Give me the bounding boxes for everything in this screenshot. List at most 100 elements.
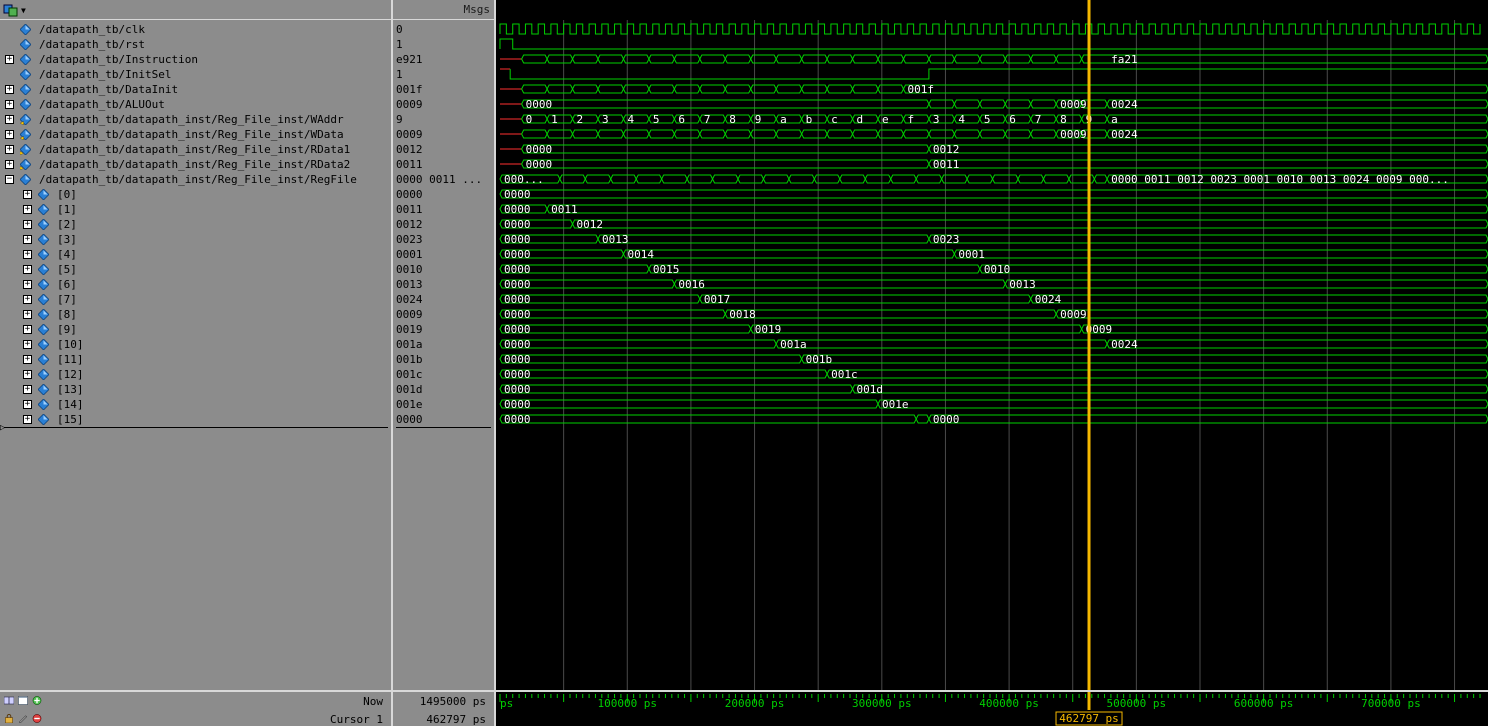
expand-icon[interactable]: + [5, 85, 14, 94]
signal-row[interactable]: + /datapath_tb/DataInit [0, 82, 391, 97]
bus-value-label: 4 [958, 113, 965, 126]
signal-row[interactable]: + [14] [0, 397, 391, 412]
bus-segment [648, 84, 675, 94]
bus-segment [724, 84, 752, 94]
bus-segment [902, 129, 930, 139]
time-ruler[interactable]: ps 100000 ps 200000 ps 300000 ps 400000 ps 50… [496, 692, 1488, 726]
waveform-pane[interactable]: fa21 001f 0000 0009 0024 0 1 2 3 4 5 6 7 8 9 a b c d e f 3 4 5 6… [496, 0, 1488, 690]
signal-row[interactable]: + [7] [0, 292, 391, 307]
bus-segment [1017, 174, 1045, 184]
edit-icon[interactable] [18, 714, 28, 723]
signal-row[interactable]: + /datapath_tb/datapath_inst/Reg_File_ins… [0, 127, 391, 142]
signal-diamond-icon [38, 414, 49, 425]
expand-icon[interactable]: + [23, 265, 32, 274]
signal-row[interactable]: + [3] [0, 232, 391, 247]
bus-value-label: 7 [1035, 113, 1042, 126]
signal-name: [1] [57, 203, 77, 216]
cursor-1-value[interactable]: 462797 ps [426, 713, 486, 726]
signal-row[interactable]: + /datapath_tb/datapath_inst/Reg_File_ins… [0, 112, 391, 127]
cursor-time-label: 462797 ps [1059, 712, 1119, 725]
signal-row[interactable]: + /datapath_tb/datapath_inst/Reg_File_ins… [0, 142, 391, 157]
bus-segment [928, 414, 1488, 424]
wave-window-icon[interactable] [3, 3, 19, 17]
bus-segment [1081, 324, 1488, 334]
bus-segment [521, 159, 930, 169]
signal-row[interactable]: /datapath_tb/rst [0, 37, 391, 52]
signal-row[interactable]: + /datapath_tb/datapath_inst/Reg_File_ins… [0, 157, 391, 172]
bus-segment [1081, 54, 1488, 64]
signal-row[interactable]: + /datapath_tb/ALUOut [0, 97, 391, 112]
signal-row[interactable]: + [9] [0, 322, 391, 337]
bus-segment [801, 84, 828, 94]
expand-icon[interactable]: + [23, 385, 32, 394]
signal-value: 0000 [396, 188, 423, 201]
expand-icon[interactable]: + [23, 325, 32, 334]
expand-icon[interactable]: + [23, 190, 32, 199]
signal-row[interactable]: /datapath_tb/clk [0, 22, 391, 37]
expand-icon[interactable]: + [23, 295, 32, 304]
signal-row[interactable]: + [4] [0, 247, 391, 262]
signal-row[interactable]: + [12] [0, 367, 391, 382]
signal-row[interactable]: − /datapath_tb/datapath_inst/Reg_File_ins… [0, 172, 391, 187]
bus-segment [499, 354, 803, 364]
expand-icon[interactable]: + [23, 340, 32, 349]
expand-icon[interactable]: + [23, 400, 32, 409]
expand-icon[interactable]: + [23, 370, 32, 379]
remove-icon[interactable] [32, 714, 42, 723]
signal-values-pane[interactable]: Msgs 0 1 e921 1 001f 0009 9 0009 0012 0011 0000 00… [393, 0, 494, 690]
signal-row[interactable]: + [2] [0, 217, 391, 232]
collapse-icon[interactable]: − [5, 175, 14, 184]
signal-row[interactable]: + [8] [0, 307, 391, 322]
bus-value-label: 0000 [504, 278, 531, 291]
signal-row[interactable]: + [11] [0, 352, 391, 367]
signal-diamond-icon [38, 354, 49, 365]
expand-icon[interactable]: + [23, 235, 32, 244]
signal-row[interactable]: + [10] [0, 337, 391, 352]
signal-row[interactable]: /datapath_tb/InitSel [0, 67, 391, 82]
signal-row[interactable]: + [0] [0, 187, 391, 202]
expand-icon[interactable]: + [23, 310, 32, 319]
signal-diamond-icon [38, 234, 49, 245]
bus-value-label: a [1111, 113, 1118, 126]
time-ruler-canvas[interactable]: ps 100000 ps 200000 ps 300000 ps 400000 ps 50… [496, 692, 1488, 726]
signal-name: [8] [57, 308, 77, 321]
lock-icon[interactable] [4, 714, 14, 723]
bus-segment [890, 174, 917, 184]
ruler-tick-label: 300000 ps [852, 697, 912, 710]
bus-segment [648, 54, 675, 64]
add-cursor-icon[interactable] [4, 696, 14, 705]
expand-icon[interactable]: + [5, 160, 14, 169]
expand-icon[interactable]: + [23, 415, 32, 424]
expand-icon[interactable]: + [23, 280, 32, 289]
add-icon[interactable] [32, 696, 42, 705]
bus-segment [673, 129, 701, 139]
bus-segment [1106, 99, 1488, 109]
expand-icon[interactable]: + [5, 55, 14, 64]
waveform-canvas[interactable]: fa21 001f 0000 0009 0024 0 1 2 3 4 5 6 7 8 9 a b c d e f 3 4 5 6… [496, 0, 1488, 690]
signal-row[interactable]: + /datapath_tb/Instruction [0, 52, 391, 67]
expand-icon[interactable]: + [5, 100, 14, 109]
bus-value-label: 0014 [627, 248, 654, 261]
signal-row[interactable]: + [15] [0, 412, 391, 427]
signal-names-pane[interactable]: ▼ /datapath_tb/clk/datapath_tb/rst + /data… [0, 0, 391, 690]
bus-segment [851, 54, 879, 64]
cursor-window-icon[interactable] [18, 696, 28, 705]
expand-icon[interactable]: + [5, 145, 14, 154]
expand-icon[interactable]: + [23, 205, 32, 214]
signal-row[interactable]: + [6] [0, 277, 391, 292]
clk-waveform [499, 23, 1481, 35]
signal-row[interactable]: + [13] [0, 382, 391, 397]
signal-row[interactable]: + [5] [0, 262, 391, 277]
expand-icon[interactable]: + [23, 220, 32, 229]
expand-icon[interactable]: + [5, 115, 14, 124]
bus-segment [546, 84, 574, 94]
expand-icon[interactable]: + [23, 355, 32, 364]
bus-value-label: 8 [1060, 113, 1067, 126]
bus-segment [928, 99, 955, 109]
bus-value-label: 001d [857, 383, 884, 396]
expand-icon[interactable]: + [23, 250, 32, 259]
signal-row[interactable]: + [1] [0, 202, 391, 217]
cursor-1-label[interactable]: Cursor 1 [330, 713, 383, 726]
expand-icon[interactable]: + [5, 130, 14, 139]
chevron-down-icon[interactable]: ▼ [21, 6, 26, 15]
